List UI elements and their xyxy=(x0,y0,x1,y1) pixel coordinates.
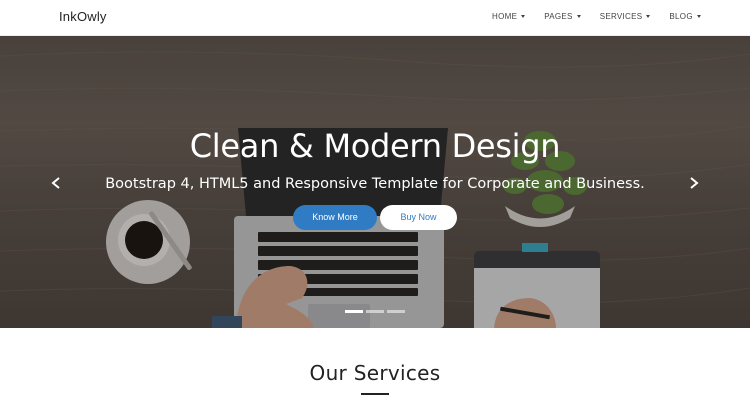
know-more-button[interactable]: Know More xyxy=(293,205,377,230)
hero-title: Clean & Modern Design xyxy=(189,127,561,165)
brand-logo[interactable]: InkOwly xyxy=(59,9,107,24)
nav-item-label: PAGES xyxy=(544,12,573,21)
nav-item-blog[interactable]: BLOG xyxy=(669,12,701,21)
caret-down-icon xyxy=(521,15,526,18)
section-title: Our Services xyxy=(309,361,441,385)
nav-item-label: BLOG xyxy=(669,12,693,21)
hero-carousel: Clean & Modern Design Bootstrap 4, HTML5… xyxy=(0,36,750,328)
chevron-right-icon[interactable] xyxy=(689,177,699,189)
nav-item-pages[interactable]: PAGES xyxy=(544,12,581,21)
caret-down-icon xyxy=(576,15,581,18)
navbar: InkOwly HOME PAGES SERVICES BLOG xyxy=(0,0,750,36)
carousel-indicator-2[interactable] xyxy=(366,310,384,313)
carousel-indicators xyxy=(345,310,408,313)
carousel-indicator-1[interactable] xyxy=(345,310,363,313)
caret-down-icon xyxy=(696,15,701,18)
nav-item-services[interactable]: SERVICES xyxy=(600,12,651,21)
nav-item-label: SERVICES xyxy=(599,12,643,21)
chevron-left-icon[interactable] xyxy=(51,177,61,189)
buy-now-button[interactable]: Buy Now xyxy=(380,205,457,230)
carousel-indicator-3[interactable] xyxy=(387,310,405,313)
nav-item-label: HOME xyxy=(492,12,518,21)
hero-subtitle: Bootstrap 4, HTML5 and Responsive Templa… xyxy=(105,176,645,192)
section-divider xyxy=(361,393,389,395)
main-nav: HOME PAGES SERVICES BLOG xyxy=(492,12,720,21)
nav-item-home[interactable]: HOME xyxy=(492,12,526,21)
caret-down-icon xyxy=(646,15,651,18)
